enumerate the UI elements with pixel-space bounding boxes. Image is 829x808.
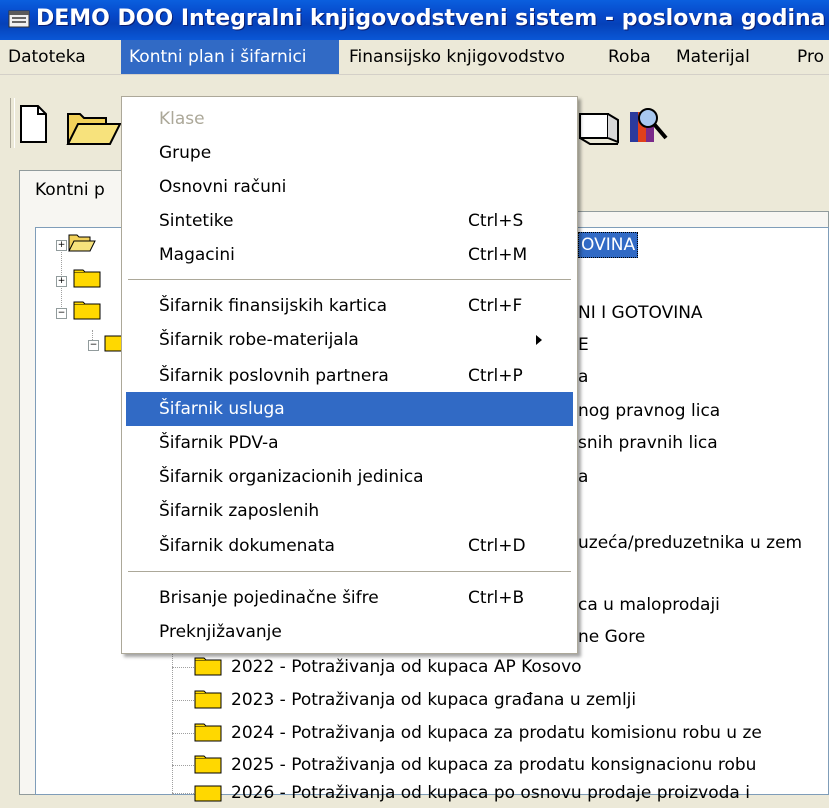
menu-item-label: Magacini	[159, 245, 235, 265]
tree-row-2024[interactable]: 2024 - Potraživanja od kupaca za prodatu…	[231, 718, 762, 748]
folder-icon	[194, 785, 222, 802]
menu-item-sifarnik-zaposlenih[interactable]: Šifarnik zaposlenih	[122, 494, 577, 528]
kontni-plan-dropdown: Klase Grupe Osnovni računi Sintetike Ctr…	[121, 96, 578, 654]
menu-item-sifarnik-dokumenata[interactable]: Šifarnik dokumenata Ctrl+D	[122, 529, 577, 563]
menu-item-shortcut: Ctrl+F	[468, 296, 523, 316]
tree-label-fragment[interactable]: a	[578, 462, 588, 492]
folder-icon	[194, 755, 222, 774]
menu-item-label: Šifarnik organizacionih jedinica	[159, 467, 424, 487]
title-bar: DEMO DOO Integralni knjigovodstveni sist…	[0, 0, 829, 40]
menu-item-sifarnik-finansijskih-kartica[interactable]: Šifarnik finansijskih kartica Ctrl+F	[122, 289, 577, 323]
menu-item-sifarnik-robe-materijala[interactable]: Šifarnik robe-materijala	[122, 323, 577, 357]
tree-row-2026[interactable]: 2026 - Potraživanja od kupaca po osnovu …	[231, 778, 750, 808]
tree-label-fragment[interactable]: nog pravnog lica	[578, 396, 720, 426]
menu-item-shortcut: Ctrl+D	[468, 536, 526, 556]
window-title: DEMO DOO Integralni knjigovodstveni sist…	[36, 6, 826, 31]
menu-datoteka[interactable]: Datoteka	[0, 40, 94, 74]
menu-bar: Datoteka Kontni plan i šifarnici Finansi…	[0, 40, 829, 75]
menu-item-klase[interactable]: Klase	[122, 102, 577, 136]
menu-item-shortcut: Ctrl+P	[468, 366, 523, 386]
menu-item-label: Sintetike	[159, 211, 234, 231]
menu-item-label: Šifarnik dokumenata	[159, 536, 335, 556]
tree-line	[172, 667, 194, 668]
tree-label-fragment[interactable]: E	[578, 330, 589, 360]
menu-item-label: Osnovni računi	[159, 177, 287, 197]
tree-label-fragment[interactable]: snih pravnih lica	[578, 428, 718, 458]
tree-line	[172, 765, 194, 766]
menu-item-label: Šifarnik PDV-a	[159, 433, 279, 453]
menu-item-label: Šifarnik zaposlenih	[159, 501, 320, 521]
print-icon[interactable]	[578, 104, 622, 146]
menu-materijal[interactable]: Materijal	[668, 40, 758, 74]
menu-item-sifarnik-poslovnih-partnera[interactable]: Šifarnik poslovnih partnera Ctrl+P	[122, 359, 577, 393]
menu-item-label: Klase	[159, 109, 205, 129]
folder-icon	[194, 723, 222, 742]
menu-roba[interactable]: Roba	[600, 40, 659, 74]
tree-label-selected[interactable]: OVINA	[578, 232, 639, 258]
menu-item-label: Šifarnik poslovnih partnera	[159, 366, 389, 386]
collapse-toggle[interactable]: −	[88, 340, 99, 351]
menu-item-brisanje-sifre[interactable]: Brisanje pojedinačne šifre Ctrl+B	[122, 581, 577, 615]
folder-icon	[73, 269, 101, 288]
toolbar-separator	[10, 98, 15, 148]
tree-line	[172, 793, 194, 794]
menu-item-shortcut: Ctrl+S	[468, 211, 524, 231]
tree-row-2022[interactable]: 2022 - Potraživanja od kupaca AP Kosovo	[231, 652, 582, 682]
menu-item-osnovni-racuni[interactable]: Osnovni računi	[122, 170, 577, 204]
menu-item-sifarnik-usluga[interactable]: Šifarnik usluga	[126, 392, 573, 426]
tab-kontni-plan[interactable]: Kontni p	[19, 170, 129, 212]
menu-item-sintetike[interactable]: Sintetike Ctrl+S	[122, 204, 577, 238]
new-document-icon[interactable]	[18, 104, 48, 144]
expand-toggle[interactable]: +	[56, 276, 67, 287]
menu-separator	[128, 571, 571, 572]
menu-item-label: Šifarnik robe-materijala	[159, 330, 359, 350]
folder-icon	[194, 690, 222, 709]
menu-separator	[128, 279, 571, 280]
menu-item-magacini[interactable]: Magacini Ctrl+M	[122, 238, 577, 272]
tree-label-fragment[interactable]: NI I GOTOVINA	[578, 298, 703, 328]
menu-item-label: Brisanje pojedinačne šifre	[159, 588, 379, 608]
tree-label-fragment[interactable]: a	[578, 362, 588, 392]
tree-label-fragment[interactable]: ne Gore	[578, 622, 645, 652]
expand-toggle[interactable]: +	[56, 240, 67, 251]
open-folder-icon	[68, 234, 96, 252]
tree-line	[172, 733, 194, 734]
menu-item-preknjizavanje[interactable]: Preknjižavanje	[122, 615, 577, 649]
menu-kontni-plan[interactable]: Kontni plan i šifarnici	[121, 40, 339, 74]
menu-item-grupe[interactable]: Grupe	[122, 136, 577, 170]
app-icon	[8, 10, 30, 28]
menu-pro[interactable]: Pro	[789, 40, 829, 74]
report-search-icon[interactable]	[628, 104, 672, 148]
folder-icon	[194, 657, 222, 676]
tree-line	[172, 700, 194, 701]
menu-item-label: Grupe	[159, 143, 212, 163]
menu-item-label: Šifarnik usluga	[159, 399, 285, 419]
tree-label-fragment[interactable]: uzeća/preduzetnika u zem	[578, 528, 802, 558]
tree-label-fragment[interactable]: ca u maloprodaji	[578, 590, 720, 620]
collapse-toggle[interactable]: −	[56, 308, 67, 319]
folder-icon	[73, 301, 101, 320]
tree-line	[172, 640, 173, 795]
menu-item-sifarnik-pdv[interactable]: Šifarnik PDV-a	[122, 426, 577, 460]
menu-item-sifarnik-organizacionih-jedinica[interactable]: Šifarnik organizacionih jedinica	[122, 460, 577, 494]
submenu-arrow-icon	[536, 335, 542, 345]
menu-item-label: Šifarnik finansijskih kartica	[159, 296, 388, 316]
menu-item-shortcut: Ctrl+B	[468, 588, 525, 608]
menu-finansijsko[interactable]: Finansijsko knjigovodstvo	[341, 40, 573, 74]
open-folder-icon[interactable]	[66, 106, 121, 146]
menu-item-shortcut: Ctrl+M	[468, 245, 528, 265]
menu-item-label: Preknjižavanje	[159, 622, 282, 642]
tree-row-2023[interactable]: 2023 - Potraživanja od kupaca građana u …	[231, 685, 636, 715]
tree-row-2025[interactable]: 2025 - Potraživanja od kupaca za prodatu…	[231, 750, 756, 780]
